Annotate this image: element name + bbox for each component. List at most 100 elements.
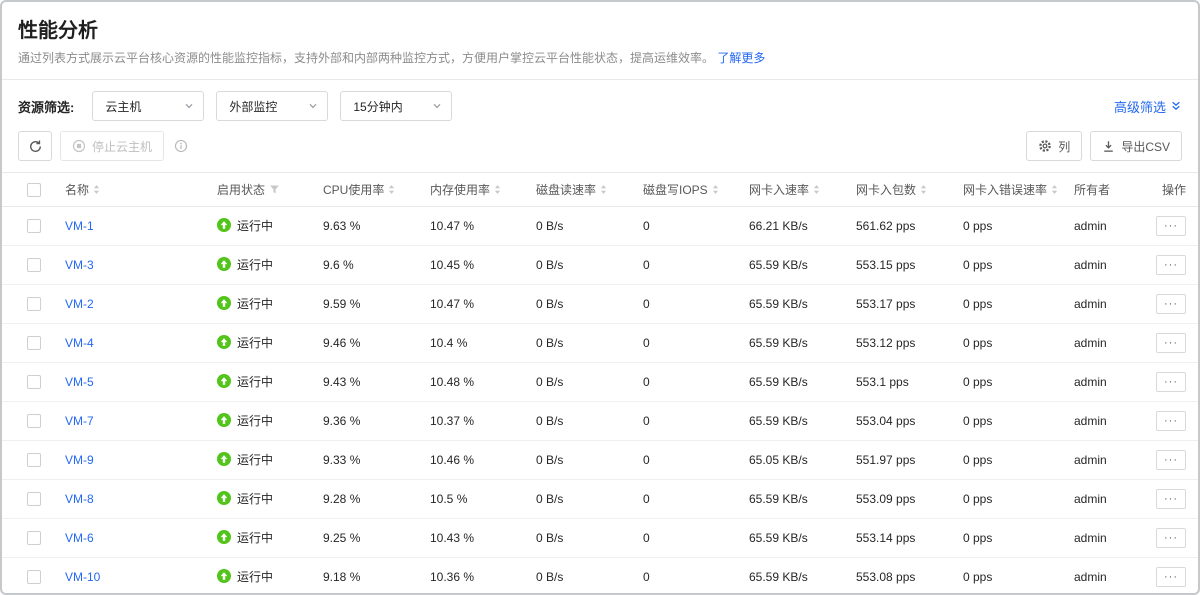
download-icon [1102, 140, 1115, 153]
cell-net-errors: 0 pps [955, 324, 1066, 363]
column-header-disk-write-iops[interactable]: 磁盘写IOPS [635, 173, 741, 207]
cell-disk-write-iops: 0 [635, 558, 741, 595]
row-actions-button[interactable]: ··· [1156, 567, 1186, 587]
status-badge: 运行中 [217, 295, 273, 312]
vm-name-link[interactable]: VM-7 [65, 414, 94, 428]
time-range-select[interactable]: 15分钟内 [340, 91, 452, 121]
status-label: 运行中 [237, 334, 273, 351]
row-checkbox[interactable] [27, 258, 41, 272]
row-actions-button[interactable]: ··· [1156, 489, 1186, 509]
refresh-button[interactable] [18, 131, 52, 161]
table-row: VM-2 运行中 9.59 % 10.47 % 0 B/s 0 65.59 KB… [2, 285, 1200, 324]
vm-name-link[interactable]: VM-5 [65, 375, 94, 389]
column-header-net-errors[interactable]: 网卡入错误速率 [955, 173, 1066, 207]
column-header-net-packets[interactable]: 网卡入包数 [848, 173, 955, 207]
columns-label: 列 [1058, 138, 1070, 155]
row-actions-button[interactable]: ··· [1156, 372, 1186, 392]
double-chevron-down-icon [1170, 100, 1182, 112]
column-header-status[interactable]: 启用状态 [209, 173, 315, 207]
row-checkbox[interactable] [27, 336, 41, 350]
advanced-filter-link[interactable]: 高级筛选 [1114, 97, 1182, 116]
stop-vm-button[interactable]: 停止云主机 [60, 131, 164, 161]
more-icon: ··· [1164, 298, 1178, 310]
sort-icon [1051, 184, 1058, 195]
vm-name-link[interactable]: VM-3 [65, 258, 94, 272]
cell-owner: admin [1066, 285, 1140, 324]
cell-memory: 10.48 % [422, 363, 528, 402]
row-actions-button[interactable]: ··· [1156, 450, 1186, 470]
cell-disk-read: 0 B/s [528, 285, 635, 324]
row-actions-button[interactable]: ··· [1156, 411, 1186, 431]
cell-cpu: 9.59 % [315, 285, 422, 324]
cell-net-in: 65.59 KB/s [741, 324, 848, 363]
cell-owner: admin [1066, 324, 1140, 363]
row-checkbox[interactable] [27, 297, 41, 311]
vm-name-link[interactable]: VM-8 [65, 492, 94, 506]
row-actions-button[interactable]: ··· [1156, 255, 1186, 275]
sort-icon [494, 184, 501, 195]
row-actions-button[interactable]: ··· [1156, 528, 1186, 548]
column-header-cpu[interactable]: CPU使用率 [315, 173, 422, 207]
running-status-icon [217, 335, 231, 349]
row-checkbox[interactable] [27, 531, 41, 545]
cell-disk-read: 0 B/s [528, 480, 635, 519]
export-csv-button[interactable]: 导出CSV [1090, 131, 1182, 161]
row-checkbox[interactable] [27, 570, 41, 584]
row-checkbox[interactable] [27, 492, 41, 506]
cell-owner: admin [1066, 402, 1140, 441]
learn-more-link[interactable]: 了解更多 [717, 51, 765, 65]
row-checkbox[interactable] [27, 219, 41, 233]
cell-cpu: 9.25 % [315, 519, 422, 558]
columns-button[interactable]: 列 [1026, 131, 1082, 161]
cell-owner: admin [1066, 246, 1140, 285]
row-checkbox[interactable] [27, 453, 41, 467]
cell-disk-read: 0 B/s [528, 207, 635, 246]
cell-net-in: 65.59 KB/s [741, 480, 848, 519]
resource-type-select[interactable]: 云主机 [92, 91, 204, 121]
cell-net-errors: 0 pps [955, 402, 1066, 441]
vm-name-link[interactable]: VM-1 [65, 219, 94, 233]
stop-icon [72, 139, 86, 153]
more-icon: ··· [1164, 220, 1178, 232]
resource-type-value: 云主机 [105, 98, 141, 115]
cell-cpu: 9.36 % [315, 402, 422, 441]
cell-memory: 10.36 % [422, 558, 528, 595]
more-icon: ··· [1164, 493, 1178, 505]
vm-table: 名称 启用状态 CPU使用率 内存使用率 [2, 172, 1198, 595]
table-row: VM-10 运行中 9.18 % 10.36 % 0 B/s 0 65.59 K… [2, 558, 1200, 595]
stop-vm-info-icon[interactable] [174, 139, 188, 153]
row-actions-button[interactable]: ··· [1156, 294, 1186, 314]
performance-analysis-page: 性能分析 通过列表方式展示云平台核心资源的性能监控指标，支持外部和内部两种监控方… [0, 0, 1200, 595]
vm-name-link[interactable]: VM-2 [65, 297, 94, 311]
more-icon: ··· [1164, 259, 1178, 271]
row-checkbox[interactable] [27, 375, 41, 389]
row-actions-button[interactable]: ··· [1156, 333, 1186, 353]
column-header-actions: 操作 [1140, 173, 1200, 207]
vm-name-link[interactable]: VM-6 [65, 531, 94, 545]
status-badge: 运行中 [217, 529, 273, 546]
cell-net-errors: 0 pps [955, 246, 1066, 285]
vm-name-link[interactable]: VM-4 [65, 336, 94, 350]
column-header-name[interactable]: 名称 [57, 173, 209, 207]
running-status-icon [217, 491, 231, 505]
sort-icon [93, 184, 100, 195]
cell-net-in: 65.59 KB/s [741, 519, 848, 558]
row-actions-button[interactable]: ··· [1156, 216, 1186, 236]
select-all-checkbox[interactable] [27, 183, 41, 197]
vm-name-link[interactable]: VM-9 [65, 453, 94, 467]
cell-net-packets: 553.14 pps [848, 519, 955, 558]
filter-funnel-icon[interactable] [269, 184, 280, 195]
cell-net-in: 65.59 KB/s [741, 246, 848, 285]
cell-net-errors: 0 pps [955, 480, 1066, 519]
cell-disk-write-iops: 0 [635, 402, 741, 441]
cell-net-packets: 551.97 pps [848, 441, 955, 480]
monitor-type-select[interactable]: 外部监控 [216, 91, 328, 121]
cell-memory: 10.47 % [422, 285, 528, 324]
vm-name-link[interactable]: VM-10 [65, 570, 100, 584]
cell-net-errors: 0 pps [955, 363, 1066, 402]
column-header-net-in[interactable]: 网卡入速率 [741, 173, 848, 207]
cell-cpu: 9.33 % [315, 441, 422, 480]
column-header-memory[interactable]: 内存使用率 [422, 173, 528, 207]
row-checkbox[interactable] [27, 414, 41, 428]
column-header-disk-read[interactable]: 磁盘读速率 [528, 173, 635, 207]
